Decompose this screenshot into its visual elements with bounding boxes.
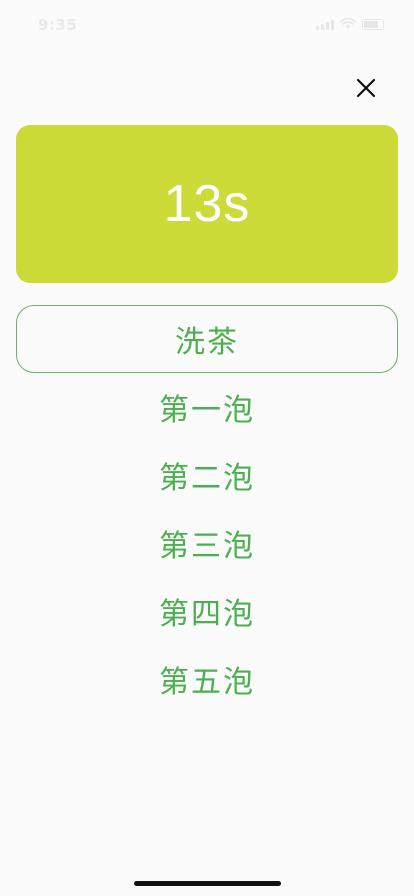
close-icon [356,78,376,98]
steep-item-third[interactable]: 第三泡 [16,509,398,577]
status-time: 9:35 [38,16,78,34]
steep-item-label: 第三泡 [159,529,255,564]
cellular-signal-icon [316,20,334,30]
status-icons [316,18,384,30]
steep-item-label: 第二泡 [159,461,255,496]
steep-item-fourth[interactable]: 第四泡 [16,577,398,645]
steep-item-label: 第一泡 [159,393,255,428]
steep-item-label: 第四泡 [159,597,255,632]
close-button[interactable] [350,72,382,104]
steep-item-first[interactable]: 第一泡 [16,373,398,441]
home-indicator [134,881,281,886]
steep-item-second[interactable]: 第二泡 [16,441,398,509]
timer-card: 13s [16,125,398,283]
status-bar: 9:35 [0,0,414,48]
steep-item-label: 第五泡 [159,665,255,700]
wifi-icon [340,18,356,29]
battery-icon [362,19,384,30]
steep-item-fifth[interactable]: 第五泡 [16,645,398,713]
steep-item-label: 洗茶 [175,325,239,360]
timer-display: 13s [163,175,251,233]
steep-item-wash[interactable]: 洗茶 [16,305,398,373]
steep-list: 洗茶 第一泡 第二泡 第三泡 第四泡 第五泡 [16,305,398,713]
